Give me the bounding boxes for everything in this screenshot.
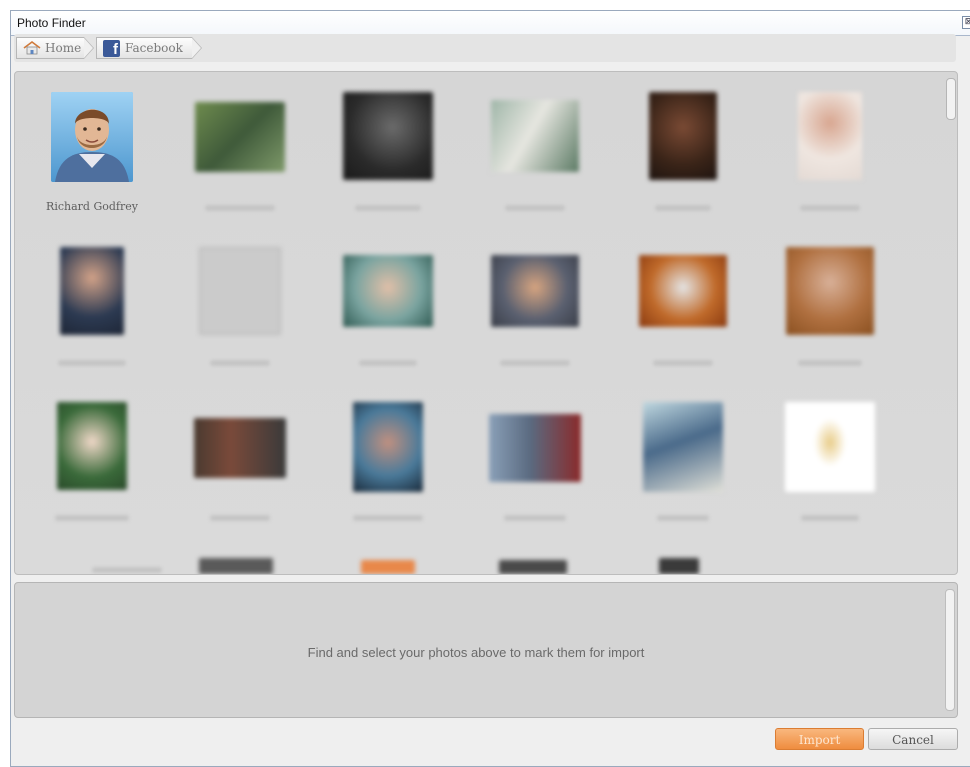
friend-tile[interactable] [485, 247, 585, 387]
breadcrumb-facebook-label: Facebook [125, 41, 183, 55]
profile-photo [491, 255, 579, 327]
cancel-button[interactable]: Cancel [868, 728, 958, 750]
profile-photo [199, 247, 281, 335]
profile-photo [60, 247, 124, 335]
breadcrumb-home[interactable]: Home [16, 37, 94, 59]
friend-tile[interactable] [633, 247, 733, 387]
friend-name-blurred [55, 515, 129, 521]
gallery-scrollbar[interactable] [946, 76, 956, 570]
profile-photo [643, 402, 723, 492]
friend-name-blurred [359, 360, 417, 366]
friend-name-blurred [355, 205, 421, 211]
profile-photo [51, 92, 133, 182]
friend-name-blurred [800, 205, 860, 211]
profile-photo [786, 247, 874, 335]
profile-photo [649, 92, 717, 180]
profile-photo [57, 402, 127, 490]
profile-photo [361, 560, 415, 574]
friend-tile[interactable] [485, 92, 585, 232]
selection-panel: Find and select your photos above to mar… [14, 582, 958, 718]
profile-photo [199, 558, 273, 574]
friends-gallery: Richard Godfrey [14, 71, 958, 575]
friend-name-blurred [500, 360, 570, 366]
friend-name-blurred [92, 567, 162, 573]
friend-tile[interactable] [633, 92, 733, 232]
home-icon [23, 41, 41, 55]
breadcrumb-home-label: Home [45, 41, 82, 55]
friend-name-blurred [205, 205, 275, 211]
breadcrumb-facebook[interactable]: f Facebook [96, 37, 202, 59]
friend-tile[interactable]: Richard Godfrey [42, 92, 142, 232]
title-bar: Photo Finder ⊠ [11, 11, 970, 36]
profile-photo [499, 560, 567, 574]
profile-photo [353, 402, 423, 492]
friend-name-blurred [210, 360, 270, 366]
close-icon[interactable]: ⊠ [962, 16, 970, 29]
friend-tile[interactable] [338, 92, 438, 232]
breadcrumb: Home f Facebook [14, 34, 956, 62]
profile-photo [343, 255, 433, 327]
profile-photo [491, 100, 579, 172]
friend-tile[interactable] [485, 402, 585, 542]
window-title: Photo Finder [17, 16, 86, 30]
friend-name-blurred [210, 515, 270, 521]
friend-name-blurred [505, 205, 565, 211]
friend-tile[interactable] [780, 92, 880, 232]
selection-hint: Find and select your photos above to mar… [307, 645, 645, 660]
profile-photo [798, 92, 862, 180]
profile-photo [343, 92, 433, 180]
profile-photo [195, 102, 285, 172]
friend-tile[interactable] [190, 402, 290, 542]
gallery-scroll-thumb[interactable] [946, 78, 956, 120]
friend-tile[interactable] [338, 247, 438, 387]
friend-name-blurred [353, 515, 423, 521]
friend-name-blurred [653, 360, 713, 366]
import-button[interactable]: Import [775, 728, 864, 750]
friend-tile[interactable] [780, 247, 880, 387]
friend-name-blurred [798, 360, 862, 366]
profile-photo [489, 414, 581, 482]
friend-tile[interactable] [42, 247, 142, 387]
friend-tile[interactable] [633, 402, 733, 542]
friend-name-blurred [655, 205, 711, 211]
friend-name-blurred [504, 515, 566, 521]
friend-tile[interactable] [42, 402, 142, 542]
friend-name-blurred [657, 515, 709, 521]
friend-name: Richard Godfrey [46, 200, 138, 213]
profile-photo [639, 255, 727, 327]
facebook-icon: f [103, 39, 120, 57]
profile-photo [194, 418, 286, 478]
profile-photo [659, 558, 699, 574]
friend-name-blurred [58, 360, 126, 366]
friend-tile[interactable] [190, 247, 290, 387]
friend-tile[interactable] [780, 402, 880, 542]
friend-tile[interactable] [190, 92, 290, 232]
profile-photo [785, 402, 875, 492]
selection-scrollbar[interactable] [945, 589, 955, 711]
friend-tile[interactable] [338, 402, 438, 542]
friend-name-blurred [801, 515, 859, 521]
